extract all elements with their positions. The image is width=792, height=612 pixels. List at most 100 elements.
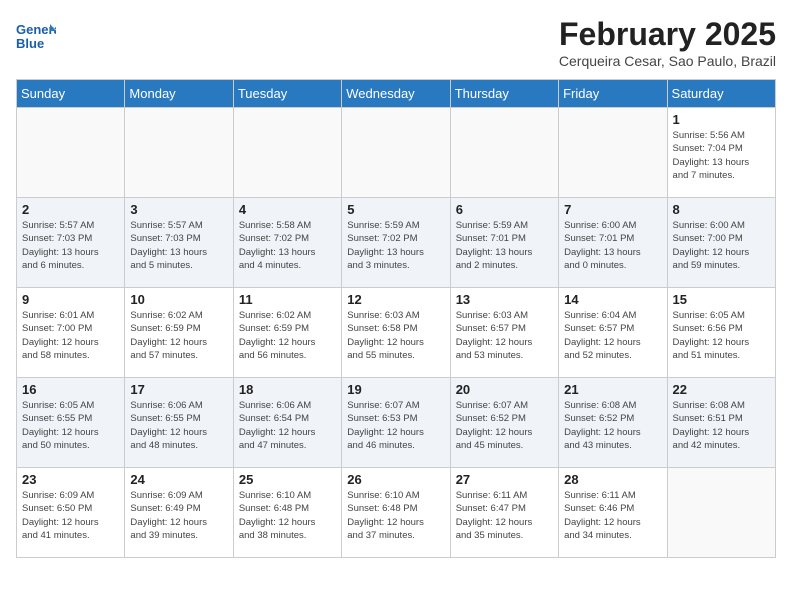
day-info: Sunrise: 6:07 AM Sunset: 6:53 PM Dayligh… [347,399,444,452]
day-info: Sunrise: 6:06 AM Sunset: 6:54 PM Dayligh… [239,399,336,452]
location: Cerqueira Cesar, Sao Paulo, Brazil [559,53,776,69]
day-info: Sunrise: 5:57 AM Sunset: 7:03 PM Dayligh… [22,219,119,272]
day-info: Sunrise: 6:07 AM Sunset: 6:52 PM Dayligh… [456,399,553,452]
day-number: 23 [22,472,119,487]
day-number: 26 [347,472,444,487]
day-cell [125,108,233,198]
day-number: 4 [239,202,336,217]
day-info: Sunrise: 6:11 AM Sunset: 6:47 PM Dayligh… [456,489,553,542]
day-cell: 16 Sunrise: 6:05 AM Sunset: 6:55 PM Dayli… [17,378,125,468]
day-cell: 11 Sunrise: 6:02 AM Sunset: 6:59 PM Dayli… [233,288,341,378]
week-row-1: 1 Sunrise: 5:56 AM Sunset: 7:04 PM Daylig… [17,108,776,198]
day-number: 8 [673,202,770,217]
day-cell: 12Sunrise: 6:03 AM Sunset: 6:58 PM Dayli… [342,288,450,378]
day-number: 10 [130,292,227,307]
logo: General Blue [16,16,60,56]
day-header-thursday: Thursday [450,80,558,108]
week-row-2: 2 Sunrise: 5:57 AM Sunset: 7:03 PM Daylig… [17,198,776,288]
day-info: Sunrise: 6:01 AM Sunset: 7:00 PM Dayligh… [22,309,119,362]
svg-text:Blue: Blue [16,36,44,51]
day-number: 6 [456,202,553,217]
day-cell: 13 Sunrise: 6:03 AM Sunset: 6:57 PM Dayli… [450,288,558,378]
day-info: Sunrise: 6:00 AM Sunset: 7:00 PM Dayligh… [673,219,770,272]
day-cell: 24 Sunrise: 6:09 AM Sunset: 6:49 PM Dayli… [125,468,233,558]
day-info: Sunrise: 6:00 AM Sunset: 7:01 PM Dayligh… [564,219,661,272]
day-number: 16 [22,382,119,397]
day-number: 5 [347,202,444,217]
day-cell: 15Sunrise: 6:05 AM Sunset: 6:56 PM Dayli… [667,288,775,378]
day-number: 7 [564,202,661,217]
day-cell: 17 Sunrise: 6:06 AM Sunset: 6:55 PM Dayli… [125,378,233,468]
day-info: Sunrise: 5:57 AM Sunset: 7:03 PM Dayligh… [130,219,227,272]
day-info: Sunrise: 6:05 AM Sunset: 6:55 PM Dayligh… [22,399,119,452]
day-number: 24 [130,472,227,487]
day-cell: 26Sunrise: 6:10 AM Sunset: 6:48 PM Dayli… [342,468,450,558]
day-header-friday: Friday [559,80,667,108]
day-number: 20 [456,382,553,397]
day-cell: 10 Sunrise: 6:02 AM Sunset: 6:59 PM Dayli… [125,288,233,378]
day-cell: 9 Sunrise: 6:01 AM Sunset: 7:00 PM Daylig… [17,288,125,378]
day-info: Sunrise: 5:59 AM Sunset: 7:01 PM Dayligh… [456,219,553,272]
day-cell [450,108,558,198]
day-info: Sunrise: 5:58 AM Sunset: 7:02 PM Dayligh… [239,219,336,272]
day-header-tuesday: Tuesday [233,80,341,108]
day-number: 21 [564,382,661,397]
page-header: General Blue February 2025 Cerqueira Ces… [16,16,776,69]
day-header-monday: Monday [125,80,233,108]
day-cell: 23 Sunrise: 6:09 AM Sunset: 6:50 PM Dayli… [17,468,125,558]
day-info: Sunrise: 6:10 AM Sunset: 6:48 PM Dayligh… [239,489,336,542]
day-number: 22 [673,382,770,397]
day-number: 11 [239,292,336,307]
day-cell: 19 Sunrise: 6:07 AM Sunset: 6:53 PM Dayli… [342,378,450,468]
week-row-3: 9 Sunrise: 6:01 AM Sunset: 7:00 PM Daylig… [17,288,776,378]
day-number: 27 [456,472,553,487]
day-number: 14 [564,292,661,307]
day-cell: 1 Sunrise: 5:56 AM Sunset: 7:04 PM Daylig… [667,108,775,198]
day-cell: 14 Sunrise: 6:04 AM Sunset: 6:57 PM Dayli… [559,288,667,378]
day-cell [17,108,125,198]
day-info: Sunrise: 6:08 AM Sunset: 6:51 PM Dayligh… [673,399,770,452]
day-info: Sunrise: 6:02 AM Sunset: 6:59 PM Dayligh… [130,309,227,362]
day-header-wednesday: Wednesday [342,80,450,108]
day-cell [667,468,775,558]
day-info: Sunrise: 6:09 AM Sunset: 6:50 PM Dayligh… [22,489,119,542]
day-number: 9 [22,292,119,307]
title-block: February 2025 Cerqueira Cesar, Sao Paulo… [559,16,776,69]
day-info: Sunrise: 6:08 AM Sunset: 6:52 PM Dayligh… [564,399,661,452]
day-cell: 22 Sunrise: 6:08 AM Sunset: 6:51 PM Dayli… [667,378,775,468]
day-number: 12 [347,292,444,307]
day-number: 17 [130,382,227,397]
day-cell: 8 Sunrise: 6:00 AM Sunset: 7:00 PM Daylig… [667,198,775,288]
day-number: 1 [673,112,770,127]
day-info: Sunrise: 5:59 AM Sunset: 7:02 PM Dayligh… [347,219,444,272]
day-number: 18 [239,382,336,397]
day-cell: 7 Sunrise: 6:00 AM Sunset: 7:01 PM Daylig… [559,198,667,288]
day-number: 19 [347,382,444,397]
day-cell: 25 Sunrise: 6:10 AM Sunset: 6:48 PM Dayli… [233,468,341,558]
day-cell [559,108,667,198]
day-cell: 5 Sunrise: 5:59 AM Sunset: 7:02 PM Daylig… [342,198,450,288]
day-header-row: SundayMondayTuesdayWednesdayThursdayFrid… [17,80,776,108]
day-info: Sunrise: 6:06 AM Sunset: 6:55 PM Dayligh… [130,399,227,452]
day-info: Sunrise: 5:56 AM Sunset: 7:04 PM Dayligh… [673,129,770,182]
day-info: Sunrise: 6:09 AM Sunset: 6:49 PM Dayligh… [130,489,227,542]
day-number: 2 [22,202,119,217]
day-cell: 21 Sunrise: 6:08 AM Sunset: 6:52 PM Dayli… [559,378,667,468]
day-info: Sunrise: 6:04 AM Sunset: 6:57 PM Dayligh… [564,309,661,362]
day-number: 25 [239,472,336,487]
day-header-sunday: Sunday [17,80,125,108]
day-number: 13 [456,292,553,307]
day-info: Sunrise: 6:05 AM Sunset: 6:56 PM Dayligh… [673,309,770,362]
week-row-5: 23 Sunrise: 6:09 AM Sunset: 6:50 PM Dayli… [17,468,776,558]
day-info: Sunrise: 6:11 AM Sunset: 6:46 PM Dayligh… [564,489,661,542]
day-cell: 18 Sunrise: 6:06 AM Sunset: 6:54 PM Dayli… [233,378,341,468]
day-cell: 3Sunrise: 5:57 AM Sunset: 7:03 PM Daylig… [125,198,233,288]
day-info: Sunrise: 6:02 AM Sunset: 6:59 PM Dayligh… [239,309,336,362]
day-info: Sunrise: 6:03 AM Sunset: 6:57 PM Dayligh… [456,309,553,362]
day-cell: 6 Sunrise: 5:59 AM Sunset: 7:01 PM Daylig… [450,198,558,288]
day-cell: 27 Sunrise: 6:11 AM Sunset: 6:47 PM Dayli… [450,468,558,558]
day-cell: 28Sunrise: 6:11 AM Sunset: 6:46 PM Dayli… [559,468,667,558]
month-title: February 2025 [559,16,776,53]
week-row-4: 16 Sunrise: 6:05 AM Sunset: 6:55 PM Dayli… [17,378,776,468]
day-cell [233,108,341,198]
